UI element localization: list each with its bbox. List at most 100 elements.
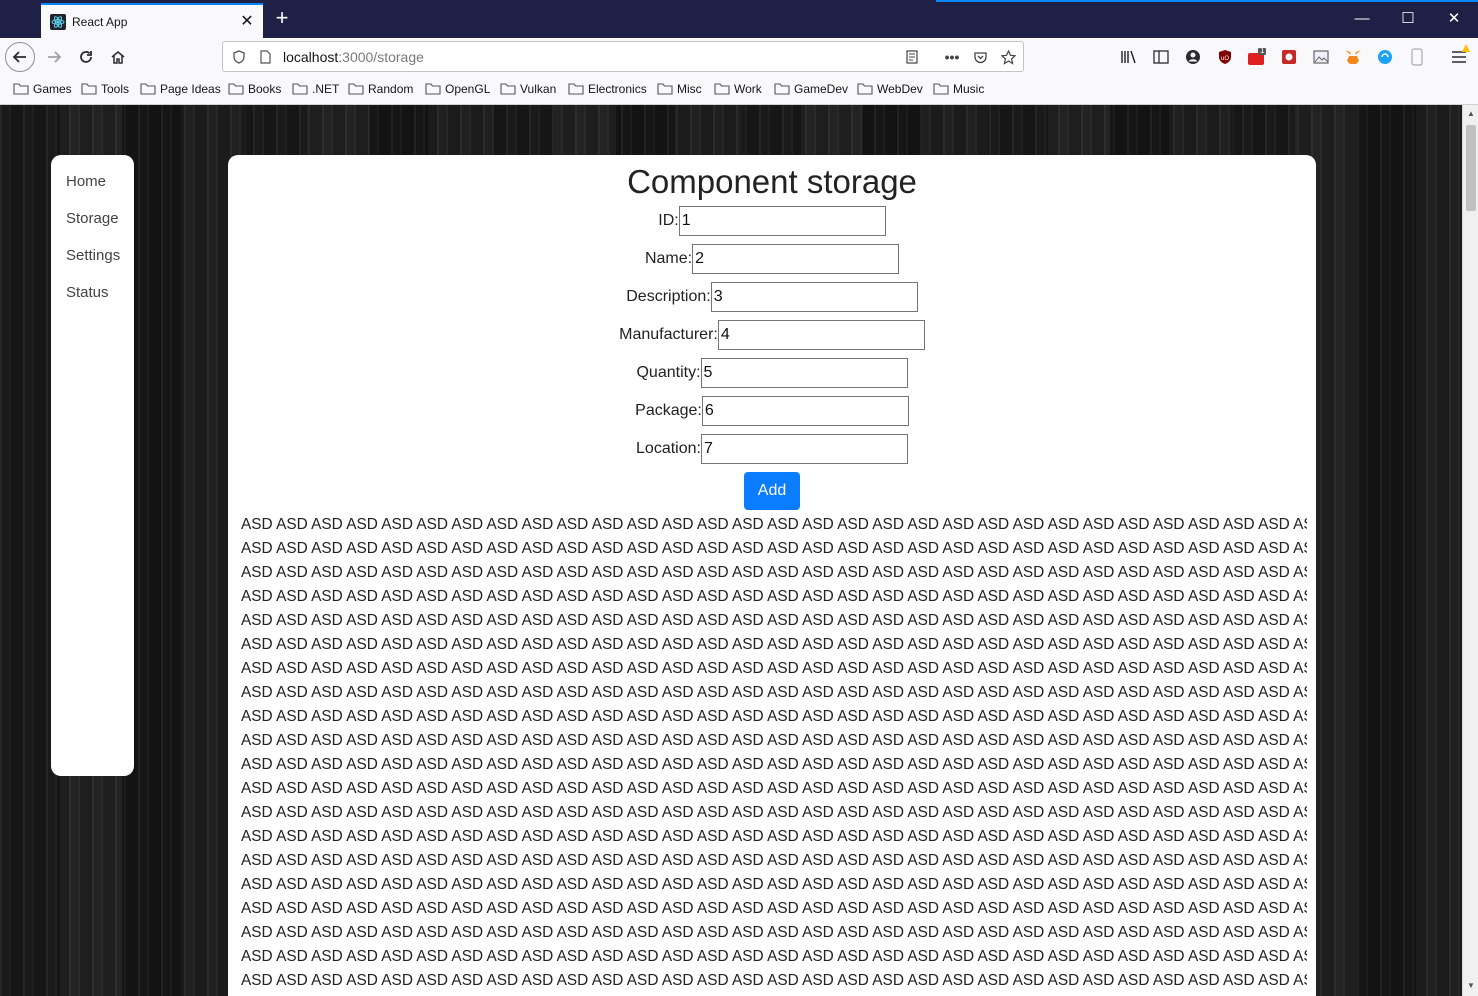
bookmark-books[interactable]: Books xyxy=(228,82,281,96)
extension-badge-icon[interactable]: 1 xyxy=(1247,46,1267,67)
folder-icon xyxy=(500,83,516,95)
bookmark-label: Misc xyxy=(677,82,702,96)
bookmark-games[interactable]: Games xyxy=(13,82,72,96)
library-icon[interactable] xyxy=(1119,47,1139,67)
location-field[interactable] xyxy=(700,434,908,464)
device-icon[interactable] xyxy=(1407,47,1427,67)
maximize-button[interactable]: ☐ xyxy=(1385,0,1431,38)
list-item: ASD ASD ASD ASD ASD ASD ASD ASD ASD ASD … xyxy=(241,732,1307,749)
home-button[interactable] xyxy=(103,42,133,72)
list-item: ASD ASD ASD ASD ASD ASD ASD ASD ASD ASD … xyxy=(241,660,1307,677)
form-row-manufacturer: Manufacturer: xyxy=(228,320,1316,350)
reload-icon xyxy=(80,51,92,63)
form-row-name: Name: xyxy=(228,244,1316,274)
list-item: ASD ASD ASD ASD ASD ASD ASD ASD ASD ASD … xyxy=(241,684,1307,701)
list-item: ASD ASD ASD ASD ASD ASD ASD ASD ASD ASD … xyxy=(241,540,1307,557)
sidebar-toggle-icon[interactable] xyxy=(1151,47,1171,67)
scrollbar[interactable]: ▲ ▼ xyxy=(1462,105,1478,996)
folder-icon xyxy=(933,83,949,95)
minimize-button[interactable]: — xyxy=(1339,0,1385,38)
bookmark-star-icon[interactable] xyxy=(999,48,1017,66)
bookmark-work[interactable]: Work xyxy=(714,82,762,96)
tab-bar: React App ✕ + — ☐ ✕ xyxy=(0,0,1478,38)
scroll-thumb[interactable] xyxy=(1466,125,1476,211)
react-icon xyxy=(50,13,66,30)
sidebar-item-home[interactable]: Home xyxy=(51,167,134,204)
list-item: ASD ASD ASD ASD ASD ASD ASD ASD ASD ASD … xyxy=(241,900,1307,917)
folder-icon xyxy=(13,83,29,95)
bookmark-net[interactable]: .NET xyxy=(292,82,339,96)
forward-button[interactable] xyxy=(39,42,69,72)
bug-extension-icon[interactable] xyxy=(1279,47,1299,67)
name-field[interactable] xyxy=(692,244,900,274)
form-row-package: Package: xyxy=(228,396,1316,426)
bookmark-label: Tools xyxy=(101,82,130,96)
id-field[interactable] xyxy=(678,206,886,236)
bookmark-label: Page Ideas xyxy=(160,82,221,96)
circle-extension-icon[interactable] xyxy=(1375,47,1395,67)
url-bar[interactable]: localhost:3000/storage ••• xyxy=(222,41,1024,72)
nav-toolbar: localhost:3000/storage ••• uO 1 xyxy=(0,38,1478,76)
sidebar: Home Storage Settings Status xyxy=(51,155,134,776)
list-item: ASD ASD ASD ASD ASD ASD ASD ASD ASD ASD … xyxy=(241,708,1307,725)
home-icon xyxy=(111,51,125,64)
scroll-down-arrow[interactable]: ▼ xyxy=(1463,979,1478,993)
description-label: Description: xyxy=(626,288,711,305)
bookmark-label: WebDev xyxy=(877,82,923,96)
folder-icon xyxy=(714,83,730,95)
pocket-icon[interactable] xyxy=(971,48,989,66)
reload-button[interactable] xyxy=(71,42,101,72)
manufacturer-field[interactable] xyxy=(717,320,925,350)
sidebar-item-status[interactable]: Status xyxy=(51,278,134,315)
more-actions-icon[interactable]: ••• xyxy=(943,48,961,66)
bookmark-misc[interactable]: Misc xyxy=(657,82,702,96)
new-tab-button[interactable]: + xyxy=(270,6,294,32)
list-item: ASD ASD ASD ASD ASD ASD ASD ASD ASD ASD … xyxy=(241,876,1307,893)
bookmark-page-ideas[interactable]: Page Ideas xyxy=(140,82,221,96)
shield-icon[interactable] xyxy=(230,48,248,66)
list-item: ASD ASD ASD ASD ASD ASD ASD ASD ASD ASD … xyxy=(241,588,1307,605)
list-item: ASD ASD ASD ASD ASD ASD ASD ASD ASD ASD … xyxy=(241,612,1307,629)
reader-view-icon[interactable] xyxy=(903,48,921,66)
close-tab-icon[interactable]: ✕ xyxy=(237,12,257,32)
form-row-quantity: Quantity: xyxy=(228,358,1316,388)
folder-icon xyxy=(657,83,673,95)
account-icon[interactable] xyxy=(1183,47,1203,67)
folder-icon xyxy=(774,83,790,95)
list-item: ASD ASD ASD ASD ASD ASD ASD ASD ASD ASD … xyxy=(241,564,1307,581)
description-field[interactable] xyxy=(710,282,918,312)
list-item: ASD ASD ASD ASD ASD ASD ASD ASD ASD ASD … xyxy=(241,972,1307,989)
bookmark-opengl[interactable]: OpenGL xyxy=(425,82,490,96)
list-item: ASD ASD ASD ASD ASD ASD ASD ASD ASD ASD … xyxy=(241,756,1307,773)
add-button[interactable]: Add xyxy=(744,472,800,510)
sidebar-item-storage[interactable]: Storage xyxy=(51,204,134,241)
bookmark-vulkan[interactable]: Vulkan xyxy=(500,82,556,96)
bookmark-gamedev[interactable]: GameDev xyxy=(774,82,848,96)
bookmark-label: Electronics xyxy=(588,82,647,96)
page-icon[interactable] xyxy=(256,48,274,66)
warning-icon xyxy=(1462,44,1470,52)
url-text[interactable]: localhost:3000/storage xyxy=(283,49,424,65)
url-host: localhost xyxy=(283,49,339,65)
menu-icon[interactable] xyxy=(1449,44,1470,67)
bookmark-random[interactable]: Random xyxy=(348,82,413,96)
package-label: Package: xyxy=(635,402,702,419)
bookmark-webdev[interactable]: WebDev xyxy=(857,82,923,96)
list-item: ASD ASD ASD ASD ASD ASD ASD ASD ASD ASD … xyxy=(241,516,1307,533)
back-button[interactable] xyxy=(5,42,35,72)
bookmark-electronics[interactable]: Electronics xyxy=(568,82,647,96)
scroll-up-arrow[interactable]: ▲ xyxy=(1463,107,1478,121)
bookmark-music[interactable]: Music xyxy=(933,82,984,96)
close-window-button[interactable]: ✕ xyxy=(1431,0,1477,38)
package-field[interactable] xyxy=(701,396,909,426)
image-extension-icon[interactable] xyxy=(1311,47,1331,67)
quantity-field[interactable] xyxy=(700,358,908,388)
tab-title: React App xyxy=(72,14,128,29)
tab-react-app[interactable]: React App ✕ xyxy=(41,3,263,38)
sidebar-item-settings[interactable]: Settings xyxy=(51,241,134,278)
metamask-icon[interactable] xyxy=(1343,47,1363,67)
ublock-icon[interactable]: uO xyxy=(1215,47,1235,67)
bookmark-label: Books xyxy=(248,82,282,96)
bookmark-tools[interactable]: Tools xyxy=(81,82,129,96)
badge-count: 1 xyxy=(1260,46,1265,55)
